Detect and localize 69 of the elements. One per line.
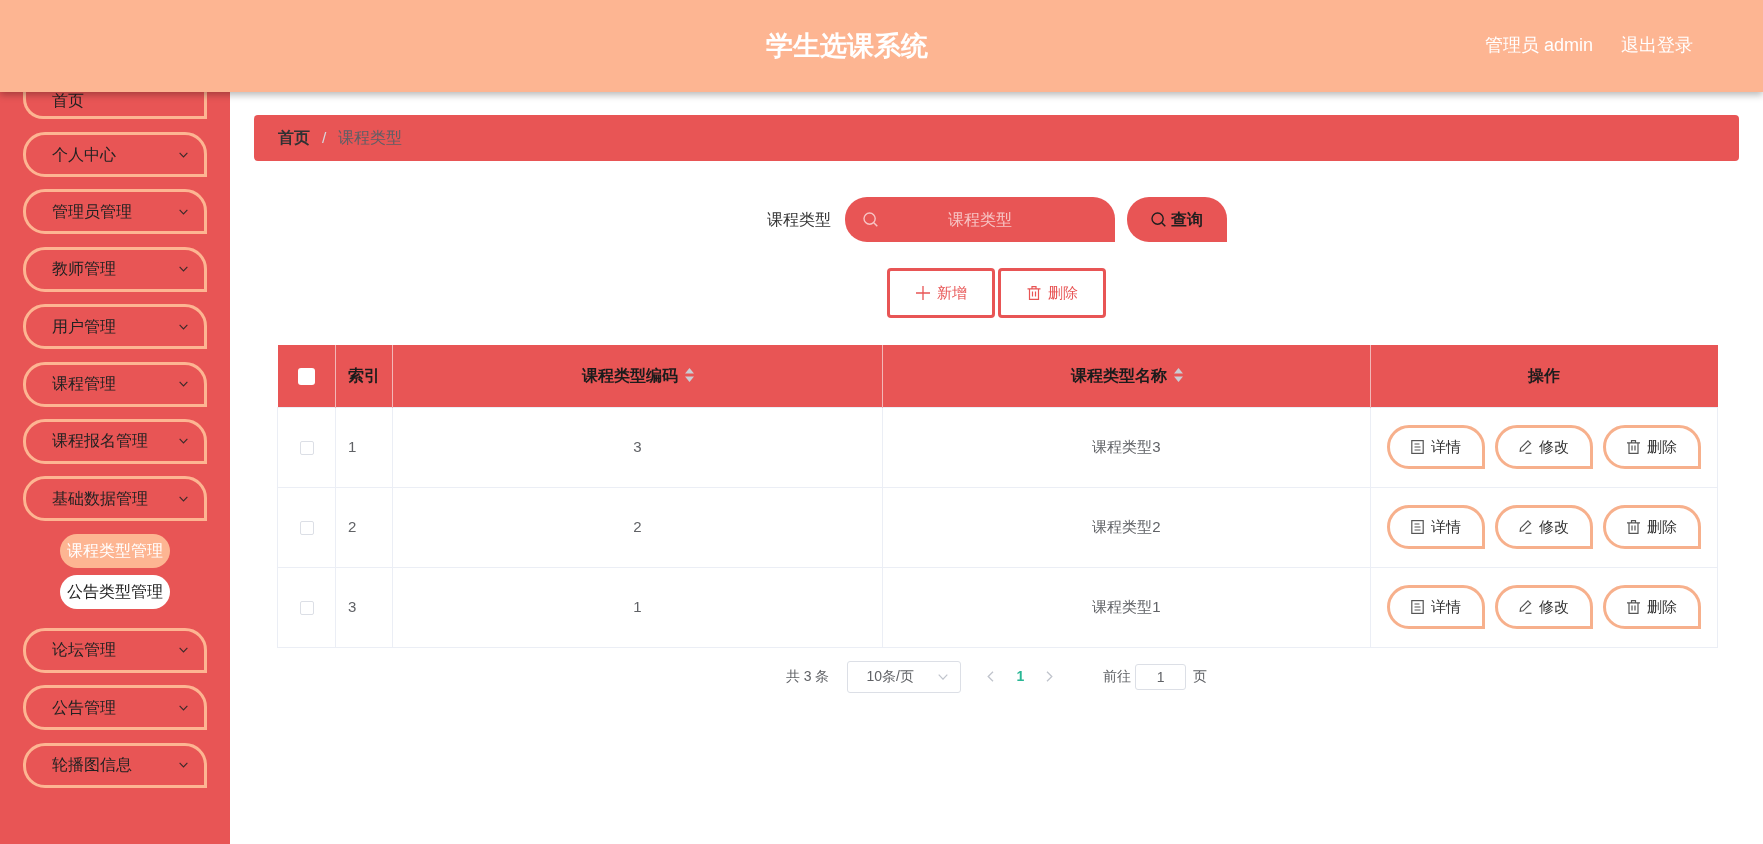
sidebar-menu-item[interactable]: 首页 (23, 92, 207, 119)
total-count: 共 3 条 (785, 667, 830, 686)
column-title: 索引 (348, 366, 380, 384)
search-field[interactable]: 课程类型 (844, 197, 1115, 242)
sidebar-menu-item[interactable]: 公告管理 (23, 685, 207, 731)
edit-button[interactable]: 修改 (1495, 585, 1593, 629)
trash-icon (1627, 520, 1640, 534)
detail-button[interactable]: 详情 (1387, 505, 1485, 549)
sidebar-menu-item[interactable]: 基础数据管理 (23, 476, 207, 522)
pencil-icon (1519, 600, 1532, 614)
page-input[interactable]: 1 (1135, 663, 1187, 690)
sidebar-menu-item[interactable]: 个人中心 (23, 132, 207, 177)
table-cell: 课程类型2 (882, 487, 1371, 567)
column-title: 课程类型编码 (581, 366, 678, 384)
row-checkbox[interactable] (299, 520, 314, 535)
table-cell: 2 (335, 487, 393, 567)
edit-button[interactable]: 修改 (1495, 505, 1593, 549)
sidebar-menu-item[interactable]: 轮播图信息 (23, 742, 207, 788)
table-cell: 2 (392, 487, 883, 567)
table-cell: 3 (392, 407, 883, 487)
pencil-icon (1519, 520, 1532, 534)
document-icon (1411, 520, 1424, 534)
search-icon (862, 212, 878, 227)
table-cell: 1 (392, 567, 883, 647)
sidebar-menu-item[interactable]: 用户管理 (23, 304, 207, 350)
sidebar-menu-item[interactable]: 论坛管理 (23, 627, 207, 673)
table-cell: 课程类型1 (882, 567, 1371, 647)
row-checkbox[interactable] (299, 440, 314, 455)
page-suffix: 页 (1193, 667, 1208, 686)
row-checkbox[interactable] (299, 600, 314, 615)
delete-button[interactable]: 删除 (1603, 505, 1701, 549)
table-cell: 3 (335, 567, 393, 647)
search-icon (1150, 212, 1166, 227)
table-cell: 课程类型3 (882, 407, 1371, 487)
delete-button[interactable]: 删除 (1603, 585, 1701, 629)
goto-label: 前往 (1103, 667, 1132, 686)
detail-button[interactable]: 详情 (1387, 425, 1485, 469)
pencil-icon (1519, 440, 1532, 454)
sidebar-menu-item[interactable]: 课程管理 (23, 361, 207, 407)
delete-button[interactable]: 删除 (998, 268, 1106, 318)
sidebar-submenu-item[interactable]: 公告类型管理 (60, 574, 170, 609)
search-label: 课程类型 (766, 209, 831, 230)
add-button[interactable]: 新增 (887, 268, 995, 318)
document-icon (1411, 440, 1424, 454)
page-number[interactable]: 1 (1016, 666, 1025, 687)
table-cell: 1 (335, 407, 393, 487)
column-title: 操作 (1528, 366, 1561, 384)
breadcrumb-current: 课程类型 (338, 128, 403, 149)
delete-button[interactable]: 删除 (1603, 425, 1701, 469)
sidebar-menu-item[interactable]: 课程报名管理 (23, 418, 207, 464)
trash-icon (1026, 286, 1041, 300)
app-title: 学生选课系统 (765, 29, 928, 63)
detail-button[interactable]: 详情 (1387, 585, 1485, 629)
chevron-down-icon (938, 673, 949, 680)
column-title: 课程类型名称 (1070, 366, 1167, 384)
breadcrumb-separator: / (322, 128, 327, 149)
sidebar-menu-item[interactable]: 教师管理 (23, 246, 207, 292)
page-size-select[interactable]: 10条/页 (847, 660, 962, 693)
breadcrumb-link[interactable]: 首页 (278, 126, 310, 150)
document-icon (1411, 600, 1424, 614)
trash-icon (1627, 600, 1640, 614)
sidebar-menu-item[interactable]: 管理员管理 (23, 189, 207, 235)
previous-page-icon[interactable] (987, 671, 995, 682)
next-page-icon[interactable] (1046, 671, 1054, 682)
select-all-checkbox[interactable] (297, 368, 315, 385)
plus-icon (915, 286, 930, 300)
query-button[interactable]: 查询 (1126, 197, 1227, 242)
trash-icon (1627, 440, 1640, 454)
edit-button[interactable]: 修改 (1495, 425, 1593, 469)
